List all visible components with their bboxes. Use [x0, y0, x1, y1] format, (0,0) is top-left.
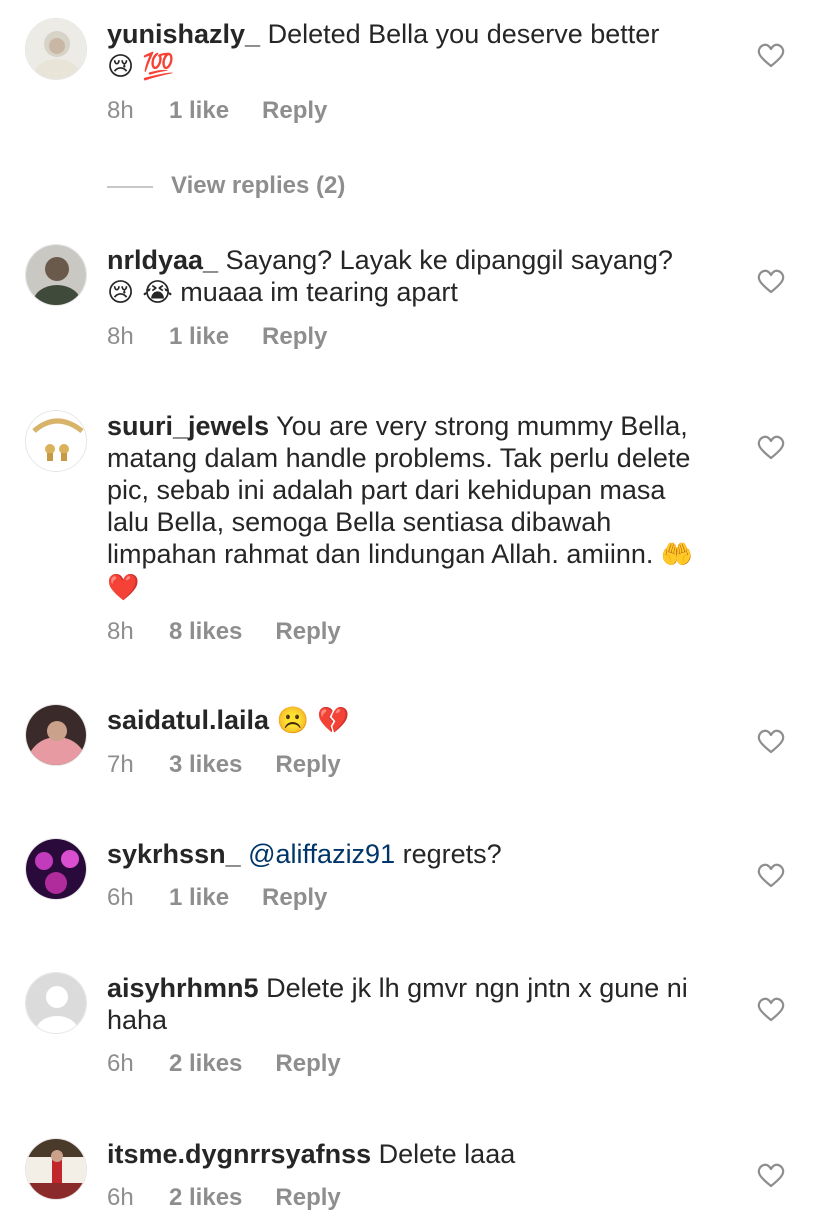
- comment-likes[interactable]: 1 like: [169, 322, 229, 352]
- comment-likes[interactable]: 8 likes: [169, 617, 242, 647]
- avatar[interactable]: [25, 244, 87, 306]
- comment-time: 8h: [107, 97, 134, 124]
- comment-likes[interactable]: 2 likes: [169, 1049, 242, 1079]
- comment-username[interactable]: aisyhrhmn5: [107, 973, 259, 1003]
- comment-meta: 8h 8 likes Reply: [107, 617, 707, 647]
- comment-likes[interactable]: 1 like: [169, 883, 229, 913]
- comment-text: aisyhrhmn5 Delete jk lh gmvr ngn jntn x …: [107, 972, 707, 1036]
- avatar[interactable]: [25, 1138, 87, 1200]
- comment-username[interactable]: yunishazly_: [107, 19, 260, 49]
- comment-time: 8h: [107, 618, 134, 645]
- comment-meta: 6h 2 likes Reply: [107, 1049, 707, 1079]
- comment-username[interactable]: suuri_jewels: [107, 411, 269, 441]
- heart-icon[interactable]: [757, 435, 785, 461]
- comment-username[interactable]: itsme.dygnrrsyafnss: [107, 1139, 371, 1169]
- avatar[interactable]: [25, 838, 87, 900]
- comment-text: nrldyaa_ Sayang? Layak ke dipanggil saya…: [107, 244, 707, 309]
- heart-icon[interactable]: [757, 269, 785, 295]
- avatar[interactable]: [25, 18, 87, 80]
- avatar[interactable]: [25, 972, 87, 1034]
- heart-icon[interactable]: [757, 997, 785, 1023]
- reply-button[interactable]: Reply: [275, 1183, 340, 1213]
- comment-meta: 6h 1 like Reply: [107, 883, 707, 913]
- comment-time: 6h: [107, 1050, 134, 1077]
- comment-meta: 6h 2 likes Reply: [107, 1183, 707, 1213]
- reply-button[interactable]: Reply: [275, 750, 340, 780]
- heart-icon[interactable]: [757, 1163, 785, 1189]
- comment-emoji: 😢 😭: [107, 278, 173, 308]
- comment-emoji: ☹️ 💔: [276, 706, 350, 736]
- comment-body-continued: muaaa im tearing apart: [172, 277, 458, 307]
- comment-body: Delete laaa: [378, 1139, 516, 1169]
- comment-text: itsme.dygnrrsyafnss Delete laaa: [107, 1138, 707, 1170]
- reply-button[interactable]: Reply: [262, 322, 327, 352]
- heart-icon[interactable]: [757, 863, 785, 889]
- comment-text: saidatul.laila ☹️ 💔: [107, 704, 707, 737]
- reply-button[interactable]: Reply: [275, 617, 340, 647]
- reply-button[interactable]: Reply: [262, 96, 327, 126]
- comment-text: sykrhssn_ @aliffaziz91 regrets?: [107, 838, 707, 870]
- heart-icon[interactable]: [757, 43, 785, 69]
- comment-text: yunishazly_ Deleted Bella you deserve be…: [107, 18, 707, 83]
- comment-meta: 7h 3 likes Reply: [107, 750, 707, 780]
- comment-time: 8h: [107, 323, 134, 350]
- avatar[interactable]: [25, 704, 87, 766]
- comment-body: regrets?: [402, 839, 502, 869]
- comment-likes[interactable]: 2 likes: [169, 1183, 242, 1213]
- comment-meta: 8h 1 like Reply: [107, 96, 707, 126]
- avatar[interactable]: [25, 410, 87, 472]
- reply-button[interactable]: Reply: [275, 1049, 340, 1079]
- comment-username[interactable]: saidatul.laila: [107, 705, 269, 735]
- comment-time: 7h: [107, 751, 134, 778]
- comment-time: 6h: [107, 1184, 134, 1211]
- comment-likes[interactable]: 3 likes: [169, 750, 242, 780]
- comment-username[interactable]: sykrhssn_: [107, 839, 241, 869]
- comment-likes[interactable]: 1 like: [169, 96, 229, 126]
- comment-emoji: 😢 💯: [107, 52, 175, 82]
- view-replies-label: View replies (2): [171, 172, 346, 199]
- comment-meta: 8h 1 like Reply: [107, 322, 707, 352]
- comment-time: 6h: [107, 884, 134, 911]
- divider: [107, 185, 153, 188]
- comment-body: Deleted Bella you deserve better: [267, 19, 660, 49]
- comment-body: Sayang? Layak ke dipanggil sayang?: [225, 245, 673, 275]
- comment-username[interactable]: nrldyaa_: [107, 245, 218, 275]
- mention-link[interactable]: @aliffaziz91: [248, 839, 395, 869]
- comment-text: suuri_jewels You are very strong mummy B…: [107, 410, 707, 604]
- heart-icon[interactable]: [757, 729, 785, 755]
- reply-button[interactable]: Reply: [262, 883, 327, 913]
- view-replies-button[interactable]: View replies (2): [107, 172, 345, 200]
